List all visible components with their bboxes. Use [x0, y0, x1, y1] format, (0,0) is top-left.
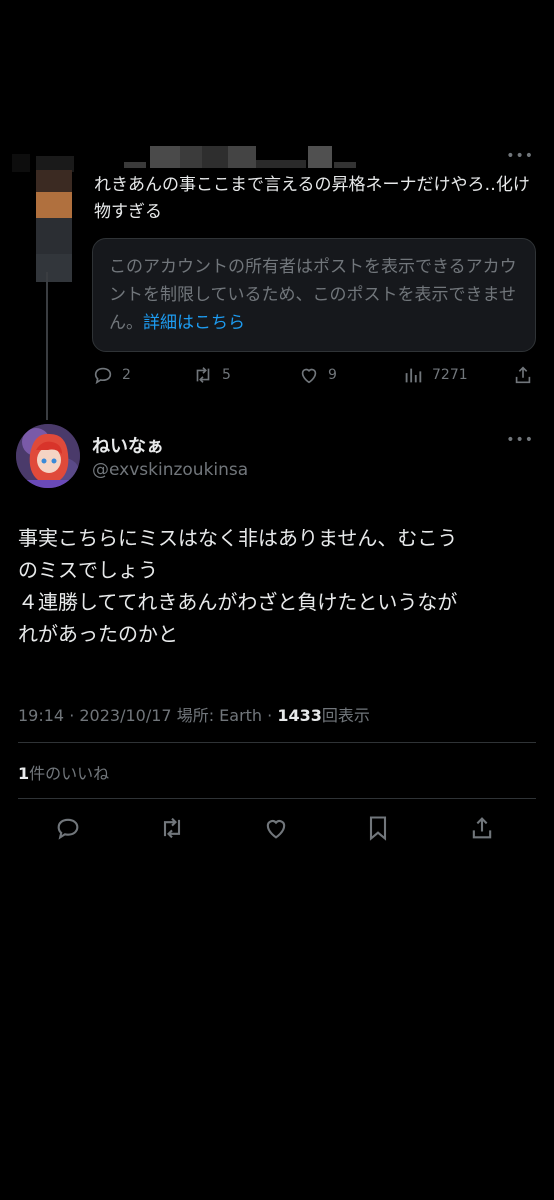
tweet-detail-screen: ••• れきあんの事ここまで言えるの昇格ネーナだけやろ‥化け物すぎる このアカウ…	[0, 0, 554, 1200]
post-actions-bar	[0, 814, 554, 848]
like-icon	[266, 820, 286, 839]
bookmark-icon	[369, 816, 387, 841]
bookmark-button[interactable]	[364, 814, 396, 846]
repost-icon	[163, 817, 181, 839]
parent-name-pixelated[interactable]	[96, 142, 366, 168]
reply-icon	[94, 367, 112, 385]
repost-button[interactable]	[158, 814, 190, 846]
view-count-label: 回表示	[321, 706, 370, 725]
views-button[interactable]: 7271	[402, 364, 468, 386]
like-button[interactable]	[262, 814, 294, 846]
share-button[interactable]	[468, 814, 500, 846]
views-count: 7271	[432, 367, 468, 383]
post-meta: 19:14 · 2023/10/17 場所: Earth · 1433回表示	[18, 706, 370, 725]
parent-actions-bar: 2 5 9 7271	[92, 364, 542, 390]
avatar-image	[16, 424, 80, 488]
likes-count: 1	[18, 764, 30, 783]
share-icon	[515, 366, 531, 384]
learn-more-link[interactable]: 詳細はこちら	[143, 313, 245, 333]
more-icon[interactable]: •••	[506, 148, 534, 164]
repost-icon	[196, 367, 210, 383]
post-text-line: ４連勝しててれきあんがわざと負けたというなが	[18, 590, 458, 614]
user-handle[interactable]: @exvskinzoukinsa	[92, 460, 248, 480]
divider	[18, 742, 536, 743]
repost-count: 5	[222, 367, 231, 383]
likes-summary[interactable]: 1件のいいね	[18, 760, 109, 784]
restricted-notice: このアカウントの所有者はポストを表示できるアカウントを制限しているため、このポス…	[92, 238, 536, 352]
parent-avatar-pixelated[interactable]	[12, 148, 76, 282]
share-icon	[472, 817, 492, 839]
more-icon[interactable]: •••	[506, 432, 534, 448]
post-date[interactable]: 2023/10/17	[79, 706, 171, 725]
view-count: 1433	[277, 706, 322, 725]
post-text: 事実こちらにミスはなく非はありません、むこう のミスでしょう ４連勝しててれきあ…	[18, 522, 538, 650]
likes-label: 件のいいね	[29, 764, 110, 783]
like-icon	[301, 368, 317, 384]
post-text-line: 事実こちらにミスはなく非はありません、むこう	[18, 526, 458, 550]
post-time[interactable]: 19:14	[18, 706, 64, 725]
like-count: 9	[328, 367, 337, 383]
views-icon	[405, 368, 422, 383]
reply-count: 2	[122, 367, 131, 383]
reply-button[interactable]	[54, 814, 86, 846]
reply-icon	[57, 818, 79, 840]
parent-post[interactable]: ••• れきあんの事ここまで言えるの昇格ネーナだけやろ‥化け物すぎる このアカウ…	[0, 138, 554, 420]
post-text-line: れがあったのかと	[18, 622, 178, 646]
share-button[interactable]	[512, 364, 542, 386]
avatar[interactable]	[16, 424, 80, 488]
reply-button[interactable]: 2	[92, 364, 131, 386]
display-name[interactable]: ねいなぁ	[92, 432, 164, 458]
repost-button[interactable]: 5	[192, 364, 231, 386]
divider	[18, 798, 536, 799]
like-button[interactable]: 9	[298, 364, 337, 386]
post-text-line: のミスでしょう	[18, 558, 158, 582]
parent-post-text: れきあんの事ここまで言えるの昇格ネーナだけやろ‥化け物すぎる	[94, 175, 530, 222]
thread-line	[46, 272, 48, 420]
post-location: 場所: Earth	[176, 706, 263, 725]
